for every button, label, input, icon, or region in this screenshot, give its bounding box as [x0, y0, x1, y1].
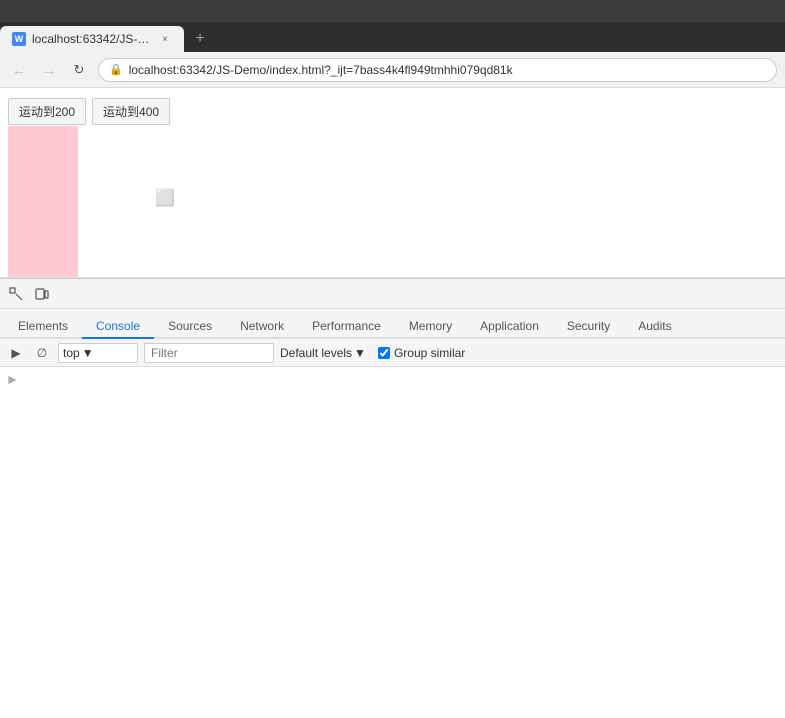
forward-button[interactable]: → — [38, 59, 60, 81]
group-similar-label: Group similar — [394, 346, 465, 360]
console-prompt-line: ► — [8, 373, 777, 389]
url-text: localhost:63342/JS-Demo/index.html?_ijt=… — [129, 63, 513, 77]
clear-console-button[interactable]: ▶ — [6, 343, 26, 363]
tab-bar: W localhost:63342/JS-De... × + — [0, 22, 785, 52]
context-label: top — [63, 346, 80, 360]
devtools-top-toolbar — [0, 279, 785, 309]
group-similar-checkbox[interactable] — [378, 347, 390, 359]
back-button[interactable]: ← — [8, 59, 30, 81]
console-area[interactable]: ► — [0, 367, 785, 718]
browser-tab[interactable]: W localhost:63342/JS-De... × — [0, 26, 184, 52]
address-bar: ← → ↻ 🔒 localhost:63342/JS-Demo/index.ht… — [0, 52, 785, 88]
move-to-400-button[interactable]: 运动到400 — [92, 98, 170, 125]
device-toolbar-button[interactable] — [30, 282, 54, 306]
console-filter-input[interactable] — [144, 343, 274, 363]
tab-audits[interactable]: Audits — [624, 315, 685, 339]
animated-box — [8, 126, 78, 278]
url-bar[interactable]: 🔒 localhost:63342/JS-Demo/index.html?_ij… — [98, 58, 777, 82]
context-dropdown-arrow: ▼ — [82, 346, 94, 360]
lock-icon: 🔒 — [109, 63, 123, 76]
devtools-panel: Elements Console Sources Network Perform… — [0, 278, 785, 718]
tab-elements[interactable]: Elements — [4, 315, 82, 339]
console-toolbar: ▶ ∅ top ▼ Default levels ▼ Group similar — [0, 339, 785, 367]
browser-chrome — [0, 0, 785, 22]
group-similar-toggle[interactable]: Group similar — [378, 346, 465, 360]
default-levels-arrow: ▼ — [354, 346, 366, 360]
page-buttons: 运动到200 运动到400 — [0, 88, 785, 135]
tab-network[interactable]: Network — [226, 315, 298, 339]
cursor-indicator: ⬜ — [155, 188, 175, 208]
tab-performance[interactable]: Performance — [298, 315, 395, 339]
block-messages-button[interactable]: ∅ — [32, 343, 52, 363]
new-tab-button[interactable]: + — [186, 26, 214, 52]
tab-title: localhost:63342/JS-De... — [32, 32, 152, 46]
default-levels-label: Default levels — [280, 346, 352, 360]
tab-memory[interactable]: Memory — [395, 315, 466, 339]
prompt-arrow-icon: ► — [8, 373, 16, 389]
tab-sources[interactable]: Sources — [154, 315, 226, 339]
devtools-tabs: Elements Console Sources Network Perform… — [0, 309, 785, 339]
reload-button[interactable]: ↻ — [68, 59, 90, 81]
inspect-element-button[interactable] — [4, 282, 28, 306]
tab-favicon: W — [12, 32, 26, 46]
tab-close-button[interactable]: × — [158, 32, 172, 46]
tab-application[interactable]: Application — [466, 315, 553, 339]
page-content: 运动到200 运动到400 ⬜ — [0, 88, 785, 278]
tab-security[interactable]: Security — [553, 315, 624, 339]
execution-context-select[interactable]: top ▼ — [58, 343, 138, 363]
move-to-200-button[interactable]: 运动到200 — [8, 98, 86, 125]
tab-console[interactable]: Console — [82, 315, 154, 339]
default-levels-select[interactable]: Default levels ▼ — [280, 346, 366, 360]
